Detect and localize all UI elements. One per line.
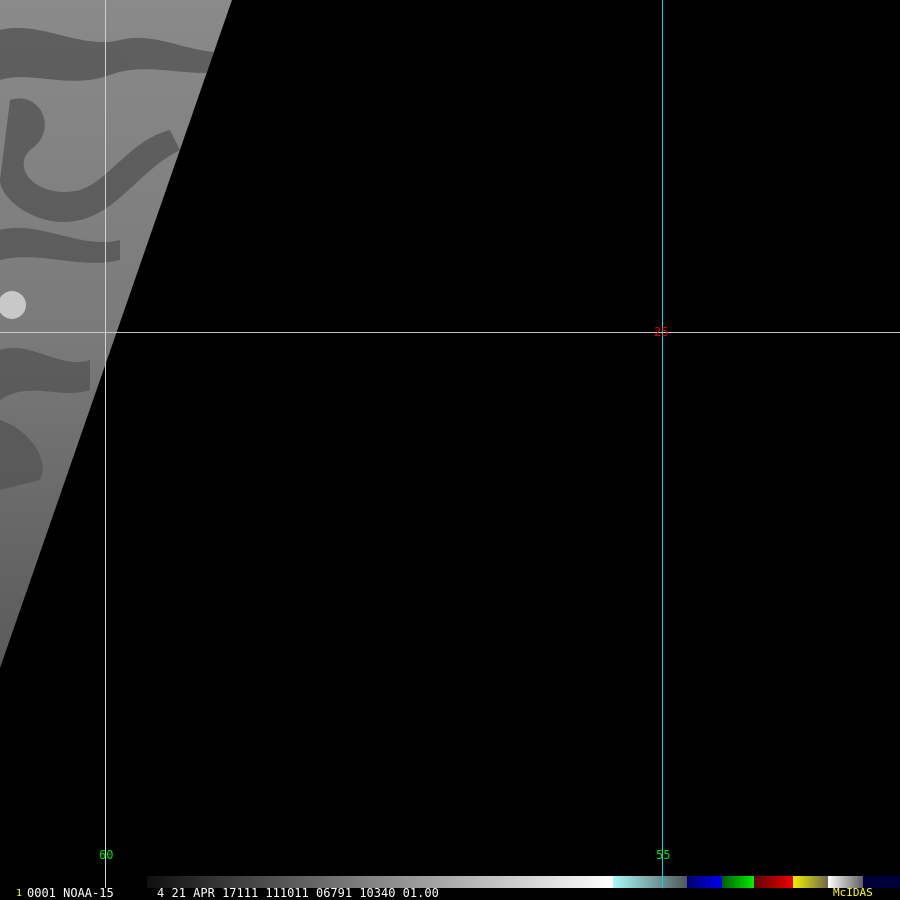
- colorbar-yellow: [793, 876, 828, 888]
- latitude-label-25: 25: [654, 325, 669, 339]
- satellite-imagery: [0, 0, 900, 888]
- longitude-line-overlay: [662, 876, 663, 888]
- satellite-image-frame: 25 60 55 1 0001 NOAA-15 4 21 APR 17111 1…: [0, 0, 900, 900]
- longitude-label-60: 60: [99, 848, 114, 862]
- satellite-swath: [0, 0, 232, 668]
- frame-number: 1: [16, 888, 23, 899]
- colorbar-cyan: [613, 876, 687, 888]
- mcidas-brand: McIDAS: [833, 886, 873, 899]
- colorbar-green: [722, 876, 754, 888]
- image-info-line: 0001 NOAA-15 4 21 APR 17111 111011 06791…: [27, 886, 439, 900]
- colorbar-blue: [687, 876, 722, 888]
- colorbar-red: [754, 876, 793, 888]
- longitude-label-55: 55: [656, 848, 671, 862]
